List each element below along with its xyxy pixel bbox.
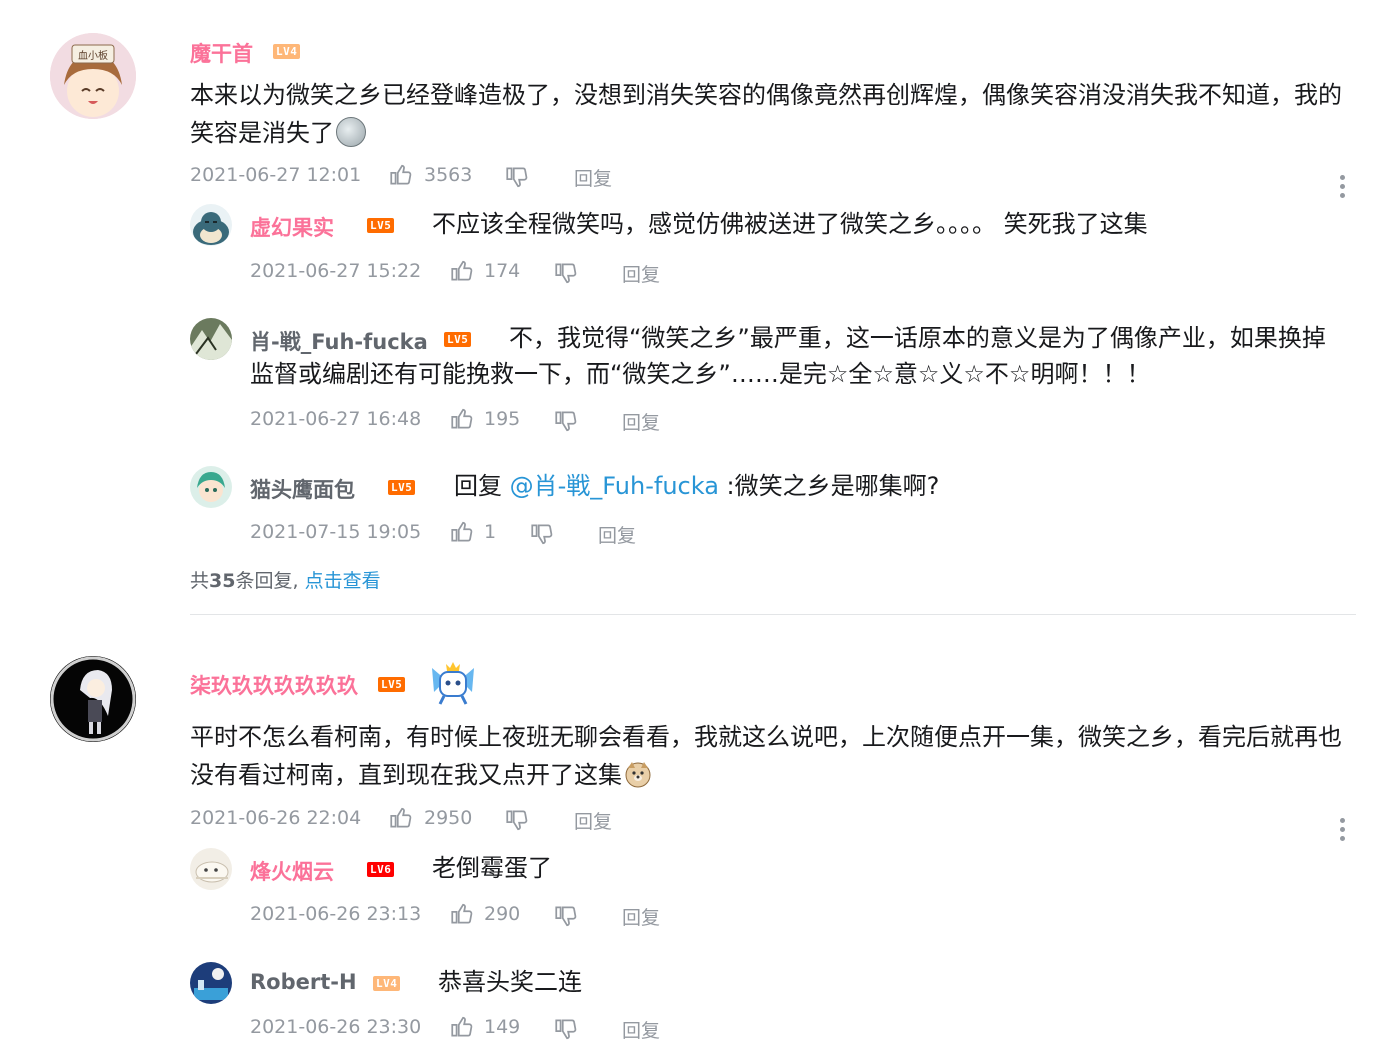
dislike-icon[interactable]	[553, 903, 579, 929]
username[interactable]: 柒玖玖玖玖玖玖玖	[190, 670, 358, 700]
comment-text: 本来以为微笑之乡已经登峰造极了，没想到消失笑容的偶像竟然再创辉煌，偶像笑容消没消…	[190, 81, 1342, 147]
svg-text:血小板: 血小板	[78, 49, 108, 62]
avatar[interactable]	[190, 204, 232, 246]
doge-emoji-icon	[625, 762, 651, 788]
comment-divider	[190, 614, 1356, 615]
dislike-icon[interactable]	[504, 807, 530, 833]
like-icon[interactable]	[449, 406, 475, 432]
like-count: 2950	[424, 807, 473, 829]
like-count: 174	[484, 260, 521, 282]
level-badge: LV5	[367, 218, 395, 233]
like-count: 290	[484, 903, 521, 925]
level-badge: LV4	[273, 44, 301, 59]
like-icon[interactable]	[449, 901, 475, 927]
like-icon[interactable]	[388, 162, 414, 188]
reply-time: 2021-06-26 23:30	[250, 1016, 422, 1038]
like-icon[interactable]	[388, 805, 414, 831]
avatar[interactable]	[50, 656, 136, 742]
like-count: 195	[484, 408, 521, 430]
more-options-icon[interactable]	[1338, 818, 1346, 844]
vip-mascot-badge-icon	[432, 662, 474, 705]
like-count: 149	[484, 1016, 521, 1038]
dislike-icon[interactable]	[553, 1016, 579, 1042]
comment-time: 2021-06-27 12:01	[190, 164, 362, 186]
like-icon[interactable]	[449, 258, 475, 284]
reply-button[interactable]: 回复	[622, 260, 660, 287]
mention-link[interactable]: @肖-戦_Fuh-fucka	[510, 472, 719, 500]
reply-text: 恭喜头奖二连	[438, 968, 582, 996]
emoji-sticker-icon	[336, 117, 366, 147]
comment-text: 平时不怎么看柯南，有时候上夜班无聊会看看，我就这么说吧，上次随便点开一集，微笑之…	[190, 723, 1342, 789]
reply-time: 2021-06-27 16:48	[250, 408, 422, 430]
reply-button[interactable]: 回复	[622, 903, 660, 930]
reply-text: 不应该全程微笑吗，感觉仿佛被送进了微笑之乡。。。。 笑死我了这集	[432, 210, 1148, 238]
more-options-icon[interactable]	[1338, 175, 1346, 201]
username[interactable]: 虚幻果实	[250, 212, 334, 242]
username[interactable]: 烽火烟云	[250, 856, 334, 886]
username[interactable]: Robert-H	[250, 970, 357, 994]
username[interactable]: 魔干首	[190, 38, 253, 68]
avatar[interactable]	[190, 962, 232, 1004]
level-badge: LV5	[444, 332, 472, 347]
reply-button[interactable]: 回复	[574, 164, 612, 191]
reply-text: 老倒霉蛋了	[432, 854, 552, 882]
avatar[interactable]: 血小板	[50, 33, 136, 119]
reply-button[interactable]: 回复	[622, 408, 660, 435]
level-badge: LV5	[388, 480, 416, 495]
avatar[interactable]	[190, 466, 232, 508]
dislike-icon[interactable]	[553, 260, 579, 286]
reply-time: 2021-06-27 15:22	[250, 260, 422, 282]
reply-time: 2021-07-15 19:05	[250, 521, 422, 543]
reply-button[interactable]: 回复	[622, 1016, 660, 1043]
avatar[interactable]	[190, 318, 232, 360]
view-all-replies-link[interactable]: 点击查看	[305, 570, 381, 592]
username[interactable]: 肖-戦_Fuh-fucka	[250, 326, 428, 356]
avatar[interactable]	[190, 848, 232, 890]
reply-summary: 共35条回复, 点击查看	[190, 570, 381, 592]
level-badge: LV5	[378, 677, 406, 692]
reply-time: 2021-06-26 23:13	[250, 903, 422, 925]
comment-time: 2021-06-26 22:04	[190, 807, 362, 829]
dislike-icon[interactable]	[504, 164, 530, 190]
like-icon[interactable]	[449, 519, 475, 545]
reply-text: 回复 @肖-戦_Fuh-fucka :微笑之乡是哪集啊?	[454, 472, 940, 500]
dislike-icon[interactable]	[553, 408, 579, 434]
level-badge: LV6	[367, 862, 395, 877]
like-icon[interactable]	[449, 1014, 475, 1040]
reply-text-line: 监督或编剧还有可能挽救一下，而“微笑之乡”……是完☆全☆意☆义☆不☆明啊！！！	[250, 360, 1151, 388]
reply-button[interactable]: 回复	[598, 521, 636, 548]
username[interactable]: 猫头鹰面包	[250, 474, 355, 504]
like-count: 1	[484, 521, 497, 543]
like-count: 3563	[424, 164, 473, 186]
level-badge: LV4	[373, 976, 401, 991]
reply-button[interactable]: 回复	[574, 807, 612, 834]
dislike-icon[interactable]	[529, 521, 555, 547]
reply-text-line: 不，我觉得“微笑之乡”最严重，这一话原本的意义是为了偶像产业，如果换掉	[509, 324, 1326, 352]
